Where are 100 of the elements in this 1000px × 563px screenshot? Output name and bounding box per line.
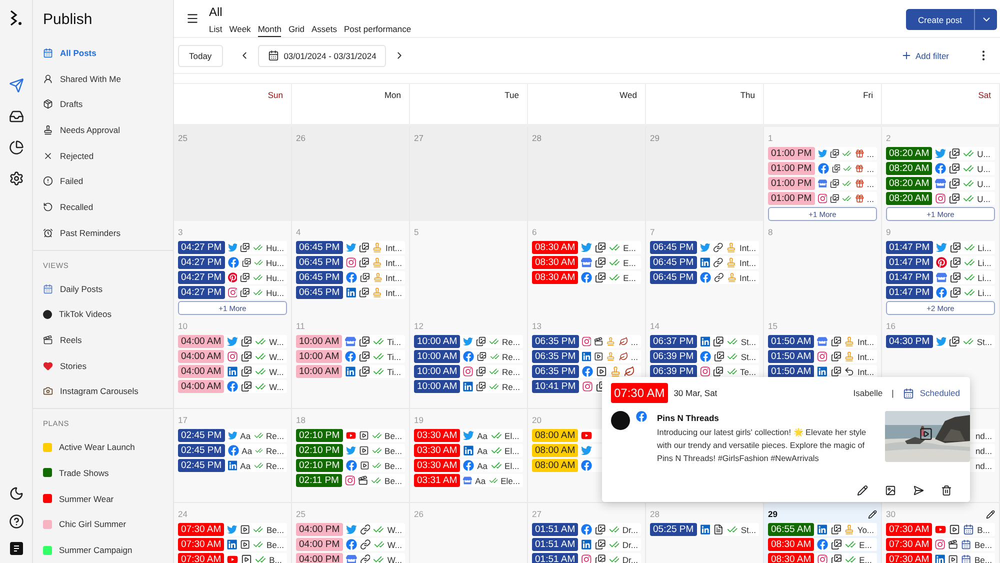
send-icon[interactable] bbox=[8, 78, 24, 93]
post-chip[interactable]: 06:45 PM Int... bbox=[296, 271, 405, 284]
settings-icon[interactable] bbox=[8, 171, 24, 186]
post-chip[interactable]: 06:45 PM Int... bbox=[650, 241, 759, 254]
post-chip[interactable]: 06:39 PM St... bbox=[650, 350, 759, 363]
post-chip[interactable]: 07:30 AM Be... bbox=[178, 523, 287, 536]
pencil-icon[interactable] bbox=[986, 510, 995, 518]
nav-item[interactable]: Drafts bbox=[33, 91, 173, 118]
post-chip[interactable]: 08:20 AM U... bbox=[886, 162, 995, 175]
send-button[interactable] bbox=[913, 485, 924, 496]
post-chip[interactable]: 08:30 AM E... bbox=[532, 271, 641, 284]
post-chip[interactable]: 08:30 AM E... bbox=[768, 538, 877, 551]
post-chip[interactable]: 04:00 AM W... bbox=[178, 350, 287, 363]
post-chip[interactable]: 03:30 AM Aa El... bbox=[414, 459, 523, 472]
day-cell[interactable]: 28 05:25 PM St... bbox=[646, 503, 764, 563]
post-chip[interactable]: 06:45 PM Int... bbox=[296, 241, 405, 254]
post-chip[interactable]: 04:00 PM W... bbox=[296, 523, 405, 536]
plan-item[interactable]: Active Wear Launch bbox=[33, 434, 173, 460]
nav-item[interactable]: All Posts bbox=[33, 40, 173, 66]
create-post-button[interactable]: Create post bbox=[906, 9, 974, 30]
post-chip[interactable]: 03:30 AM Aa El... bbox=[414, 444, 523, 457]
day-cell[interactable]: 19 03:30 AM Aa El... 03:30 AM Aa El... 03:30 AM Aa El... 03:31 AM Aa Ele... bbox=[410, 409, 528, 503]
post-chip[interactable]: 08:30 AM E... bbox=[532, 241, 641, 254]
post-chip[interactable]: 06:39 PM Te... bbox=[650, 365, 759, 378]
post-chip[interactable]: 04:30 PM St... bbox=[886, 335, 995, 348]
day-cell[interactable]: 25 04:00 PM W... 04:00 PM W... 04:00 PM W... bbox=[292, 503, 410, 563]
post-chip[interactable]: 07:30 AM B... bbox=[178, 553, 287, 563]
post-chip[interactable]: 10:00 AM Re... bbox=[414, 335, 523, 348]
day-cell[interactable]: 10 04:00 AM W... 04:00 AM W... 04:00 AM W... 04:00 AM W... bbox=[174, 315, 292, 409]
post-chip[interactable]: 02:11 PM Be... bbox=[296, 474, 405, 487]
post-chip[interactable]: 01:47 PM Li... bbox=[886, 256, 995, 269]
post-chip[interactable]: 04:27 PM Hu... bbox=[178, 256, 287, 269]
logo-icon[interactable] bbox=[9, 10, 23, 26]
post-chip[interactable]: 02:45 PM Aa Re... bbox=[178, 429, 287, 442]
plan-item[interactable]: Summer Campaign bbox=[33, 537, 173, 563]
view-item[interactable]: Daily Posts bbox=[33, 276, 173, 302]
post-chip[interactable]: 06:55 AM Yo... bbox=[768, 523, 877, 536]
post-chip[interactable]: 01:47 PM Li... bbox=[886, 286, 995, 299]
post-chip[interactable]: 07:30 AM Be... bbox=[886, 553, 995, 563]
day-cell[interactable]: 27 01:51 AM Dr... 01:51 AM Dr... 01:51 AM Dr... bbox=[528, 503, 646, 563]
post-chip[interactable]: 06:35 PM ... bbox=[532, 350, 641, 363]
day-cell[interactable]: 24 07:30 AM Be... 07:30 AM Be... 07:30 AM B... bbox=[174, 503, 292, 563]
post-chip[interactable]: 06:45 PM Int... bbox=[296, 286, 405, 299]
post-chip[interactable]: 04:00 AM W... bbox=[178, 365, 287, 378]
post-chip[interactable]: 06:35 PM bbox=[532, 365, 641, 378]
post-chip[interactable]: 02:45 PM Aa Re... bbox=[178, 444, 287, 457]
day-cell[interactable]: 11 10:00 AM Ti... 10:00 AM Ti... 10:00 AM Ti... bbox=[292, 315, 410, 409]
post-chip[interactable]: 01:00 PM ... bbox=[768, 162, 877, 175]
post-chip[interactable]: 04:27 PM Hu... bbox=[178, 286, 287, 299]
post-chip[interactable]: 08:20 AM U... bbox=[886, 192, 995, 205]
post-chip[interactable]: 06:45 PM Int... bbox=[650, 256, 759, 269]
plan-item[interactable]: Summer Wear bbox=[33, 486, 173, 512]
post-chip[interactable]: 06:37 PM St... bbox=[650, 335, 759, 348]
today-button[interactable]: Today bbox=[178, 44, 223, 66]
view-item[interactable]: TikTok Videos bbox=[33, 301, 173, 328]
post-chip[interactable]: 01:51 AM Dr... bbox=[532, 553, 641, 563]
play-icon[interactable] bbox=[919, 427, 933, 441]
day-cell[interactable]: 6 08:30 AM E... 08:30 AM E... 08:30 AM E... bbox=[528, 221, 646, 316]
post-chip[interactable]: 02:10 PM Be... bbox=[296, 444, 405, 457]
delete-button[interactable] bbox=[941, 485, 952, 496]
post-chip[interactable]: 01:47 PM Li... bbox=[886, 241, 995, 254]
post-chip[interactable]: 04:27 PM Hu... bbox=[178, 241, 287, 254]
post-chip[interactable]: 01:00 PM ... bbox=[768, 192, 877, 205]
post-chip[interactable]: 04:00 AM W... bbox=[178, 335, 287, 348]
post-chip[interactable]: 02:10 PM Be... bbox=[296, 429, 405, 442]
post-chip[interactable]: 01:51 AM Dr... bbox=[532, 523, 641, 536]
day-cell[interactable]: 7 06:45 PM Int... 06:45 PM Int... 06:45 PM Int... bbox=[646, 221, 764, 316]
post-chip[interactable]: 08:20 AM U... bbox=[886, 177, 995, 190]
post-chip[interactable]: 10:00 AM Re... bbox=[414, 380, 523, 393]
post-chip[interactable]: 07:30 AM B... bbox=[886, 523, 995, 536]
post-chip[interactable]: 01:50 AM Int... bbox=[768, 335, 877, 348]
view-tab[interactable]: Post performance bbox=[344, 24, 412, 37]
post-chip[interactable]: 10:00 AM Ti... bbox=[296, 335, 405, 348]
menu-button[interactable] bbox=[186, 12, 199, 25]
post-chip[interactable]: 10:00 AM Ti... bbox=[296, 365, 405, 378]
post-chip[interactable]: 10:00 AM Ti... bbox=[296, 350, 405, 363]
post-chip[interactable]: 07:30 AM Be... bbox=[178, 538, 287, 551]
post-chip[interactable]: 03:31 AM Aa Ele... bbox=[414, 474, 523, 487]
edit-button[interactable] bbox=[857, 485, 868, 496]
day-cell[interactable]: 30 07:30 AM B... 07:30 AM Be... 07:30 AM Be... bbox=[882, 503, 1000, 563]
inbox-icon[interactable] bbox=[8, 109, 24, 124]
post-chip[interactable]: 02:45 PM Aa Re... bbox=[178, 459, 287, 472]
post-chip[interactable]: 10:00 AM Re... bbox=[414, 365, 523, 378]
post-chip[interactable]: 06:35 PM ... bbox=[532, 335, 641, 348]
view-item[interactable]: Reels bbox=[33, 327, 173, 353]
post-chip[interactable]: 01:51 AM Dr... bbox=[532, 538, 641, 551]
post-chip[interactable]: 08:20 AM U... bbox=[886, 147, 995, 160]
view-tab[interactable]: Assets bbox=[312, 24, 338, 37]
moon-icon[interactable] bbox=[8, 486, 24, 501]
nav-item[interactable]: Shared With Me bbox=[33, 66, 173, 92]
post-chip[interactable]: 08:30 AM E... bbox=[768, 553, 877, 563]
notebook-icon[interactable] bbox=[10, 542, 22, 555]
view-item[interactable]: Instagram Carousels bbox=[33, 378, 173, 404]
day-cell[interactable]: 12 10:00 AM Re... 10:00 AM Re... 10:00 AM Re... 10:00 AM Re... bbox=[410, 315, 528, 409]
nav-item[interactable]: Recalled bbox=[33, 194, 173, 220]
day-cell[interactable]: 29 06:55 AM Yo... 08:30 AM E... 08:30 AM E... bbox=[764, 503, 882, 563]
image-button[interactable] bbox=[885, 485, 896, 496]
post-chip[interactable]: 08:30 AM E... bbox=[532, 256, 641, 269]
plan-item[interactable]: Chic Girl Summer bbox=[33, 512, 173, 538]
post-chip[interactable]: 04:27 PM Hu... bbox=[178, 271, 287, 284]
